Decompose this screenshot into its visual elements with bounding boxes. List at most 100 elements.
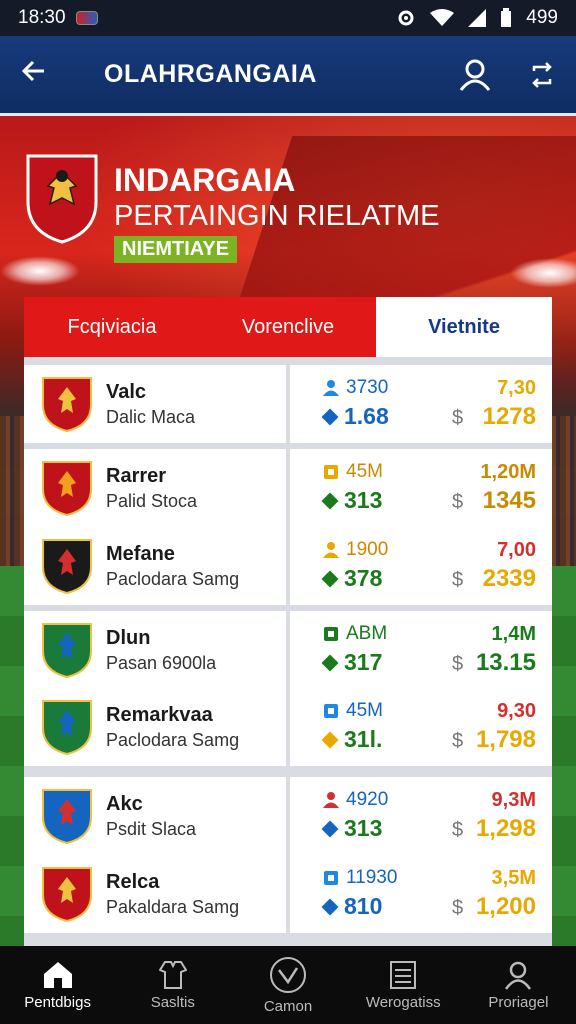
stat-bottom-wrap: 313 xyxy=(321,815,382,842)
stat-bottom: 810 xyxy=(344,893,383,919)
diamond-icon xyxy=(321,654,339,671)
value-top: 7,30 xyxy=(497,377,536,399)
team-info: Valc Dalic Maca xyxy=(24,365,286,443)
team-row[interactable]: Rarrer Palid Stoca 45M 313 $ 1,20M 1345 xyxy=(24,449,552,527)
tab-2[interactable]: Vietnite xyxy=(376,297,552,357)
team-crest-icon xyxy=(42,623,92,679)
diamond-icon xyxy=(321,731,339,748)
team-row[interactable]: Valc Dalic Maca 3730 1.68 $ 7,30 1278 xyxy=(24,365,552,443)
badge-icon xyxy=(324,871,338,885)
tab-0[interactable]: Fcqiviacia xyxy=(24,297,200,357)
team-subtitle: Dalic Maca xyxy=(106,406,196,427)
team-crest-icon xyxy=(42,867,92,923)
battery-icon xyxy=(501,8,512,27)
team-row[interactable]: Mefane Paclodara Samg 1900 378 $ 7,00 23… xyxy=(24,527,552,605)
stat-top-wrap: 4920 xyxy=(322,789,388,811)
battery-level: 499 xyxy=(526,7,558,28)
team-name: Mefane xyxy=(106,542,175,565)
dollar-icon: $ xyxy=(452,653,464,675)
team-crest-icon xyxy=(42,461,92,517)
team-list: Valc Dalic Maca 3730 1.68 $ 7,30 1278 Ra… xyxy=(24,357,552,947)
nav-item-2[interactable]: Camon xyxy=(230,946,345,1024)
stat-bottom-wrap: 810 xyxy=(321,893,383,920)
team-name: Remarkvaa xyxy=(106,703,213,726)
team-info: Mefane Paclodara Samg xyxy=(24,527,286,605)
value-bottom: 2339 xyxy=(482,565,536,592)
nav-item-0[interactable]: Pentdbigs xyxy=(0,946,115,1024)
dollar-icon: $ xyxy=(452,730,464,752)
value-bottom: 1,798 xyxy=(475,726,536,753)
list-icon xyxy=(390,960,417,989)
value-top: 9,30 xyxy=(497,700,536,722)
person-icon xyxy=(323,542,339,558)
stat-bottom-wrap: 313 xyxy=(321,487,383,514)
team-subtitle: Palid Stoca xyxy=(106,490,198,511)
diamond-icon xyxy=(321,898,339,915)
team-info: Dlun Pasan 6900la xyxy=(24,611,286,689)
stat-top-wrap: ABM xyxy=(322,623,387,645)
hero-title: INDARGAIA xyxy=(114,162,296,198)
team-stats: 11930 810 $ 3,5M 1,200 xyxy=(290,855,552,933)
stat-bottom-wrap: 378 xyxy=(321,565,383,592)
wifi-icon xyxy=(430,9,455,26)
tab-1[interactable]: Vorenclive xyxy=(200,297,376,357)
team-info: Rarrer Palid Stoca xyxy=(24,449,286,527)
stat-bottom: 1.68 xyxy=(344,403,389,429)
segment-tabs: Fcqiviacia Vorenclive Vietnite xyxy=(24,297,552,357)
value-top: 1,20M xyxy=(480,461,536,483)
team-row[interactable]: Dlun Pasan 6900la ABM 317 $ 1,4M 13.15 xyxy=(24,611,552,689)
team-name: Valc xyxy=(106,380,147,403)
stat-bottom: 317 xyxy=(344,649,383,675)
team-stats: 3730 1.68 $ 7,30 1278 xyxy=(290,365,552,443)
dollar-icon: $ xyxy=(452,407,464,429)
profile-icon xyxy=(505,961,532,990)
stat-top: 4920 xyxy=(346,789,389,810)
settings-icon xyxy=(398,10,414,26)
stat-top-wrap: 3730 xyxy=(322,377,388,399)
nav-item-1[interactable]: Sasltis xyxy=(115,946,230,1024)
bottom-nav: Pentdbigs Sasltis Camon Werogatiss Prori… xyxy=(0,946,576,1024)
stat-bottom-wrap: 31l. xyxy=(321,726,382,753)
back-button[interactable] xyxy=(20,57,64,93)
team-row[interactable]: Akc Psdit Slaca 4920 313 $ 9,3M 1,298 xyxy=(24,777,552,855)
team-info: Akc Psdit Slaca xyxy=(24,777,286,855)
team-info: Remarkvaa Paclodara Samg xyxy=(24,688,286,766)
person-icon xyxy=(323,380,339,396)
badge-icon xyxy=(324,465,338,479)
user-icon[interactable] xyxy=(458,58,492,92)
person-icon xyxy=(323,792,339,808)
status-bar: 18:30 499 xyxy=(0,0,576,36)
team-row[interactable]: Remarkvaa Paclodara Samg 45M 31l. $ 9,30 xyxy=(24,688,552,766)
value-bottom: 1,200 xyxy=(475,893,536,920)
team-crest-icon xyxy=(42,377,92,433)
nav-item-3[interactable]: Werogatiss xyxy=(346,946,461,1024)
team-subtitle: Pasan 6900la xyxy=(106,652,217,673)
value-top: 7,00 xyxy=(497,539,536,561)
team-info: Relca Pakaldara Samg xyxy=(24,855,286,933)
nav-label: Sasltis xyxy=(150,993,195,1011)
team-row[interactable]: Relca Pakaldara Samg 11930 810 $ 3,5M 1,… xyxy=(24,855,552,933)
refresh-icon[interactable] xyxy=(528,61,556,89)
badge-icon xyxy=(324,704,338,718)
nav-label: Camon xyxy=(263,997,313,1015)
nav-item-4[interactable]: Proriagel xyxy=(461,946,576,1024)
stat-top: 45M xyxy=(346,461,383,482)
team-subtitle: Paclodara Samg xyxy=(106,568,240,589)
team-crest-icon xyxy=(42,700,92,756)
home-icon xyxy=(43,961,72,988)
app-title: OLAHRGANGAIA xyxy=(104,60,317,88)
dollar-icon: $ xyxy=(452,897,464,919)
team-name: Rarrer xyxy=(106,464,167,487)
value-bottom: 1278 xyxy=(482,403,536,430)
value-bottom: 1345 xyxy=(482,487,536,514)
team-name: Relca xyxy=(106,870,160,893)
stat-top: ABM xyxy=(346,623,388,644)
team-crest-icon xyxy=(42,789,92,845)
stat-top: 11930 xyxy=(346,867,398,888)
stat-top-wrap: 45M xyxy=(322,700,383,722)
diamond-icon xyxy=(321,820,339,837)
value-top: 9,3M xyxy=(491,789,536,811)
stat-bottom: 378 xyxy=(344,565,383,591)
stat-bottom: 313 xyxy=(344,487,383,513)
value-top: 3,5M xyxy=(491,867,536,889)
